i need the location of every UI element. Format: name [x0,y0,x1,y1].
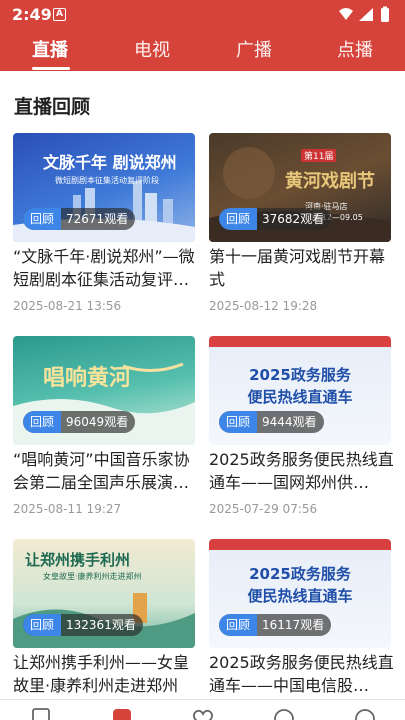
tab-radio[interactable]: 广播 [236,36,272,62]
replay-tag: 回顾 [219,614,258,636]
video-thumbnail[interactable]: 2025政务服务 便民热线直通车 回顾 16117观看 [209,539,391,648]
wifi-icon [339,8,353,20]
active-tab-indicator [32,67,70,70]
thumbnail-headline: 文脉千年 剧说郑州 [43,153,177,172]
view-count: 16117观看 [262,618,325,632]
video-thumbnail[interactable]: 2025政务服务 便民热线直通车 回顾 9444观看 [209,336,391,445]
video-thumbnail[interactable]: 第11届 黄河戏剧节 河南·驻马店 08.12—09.05 回顾 37682观看 [209,133,391,242]
video-title[interactable]: 第十一届黄河戏剧节开幕式 [209,245,395,291]
thumbnail-headline: 唱响黄河 [43,366,132,391]
tab-live[interactable]: 直播 [32,36,68,62]
thumbnail-edition: 第11届 [301,149,337,162]
video-title[interactable]: 2025政务服务便民热线直通车——国网郑州供… [209,448,395,494]
replay-badge: 回顾 16117观看 [219,614,332,636]
replay-badge: 回顾 96049观看 [23,411,136,433]
thumbnail-subline: 便民热线直通车 [247,587,353,605]
view-count: 37682观看 [262,212,325,226]
profile-icon[interactable] [354,708,376,720]
view-count: 9444观看 [262,415,317,429]
video-card[interactable]: 2025政务服务 便民热线直通车 回顾 16117观看 2025政务服务便民热线… [209,539,394,699]
video-date: 2025-08-12 19:28 [209,299,318,313]
view-count: 132361观看 [66,618,136,632]
view-count: 72671观看 [66,212,129,226]
thumbnail-subline: 便民热线直通车 [247,388,353,406]
replay-tag: 回顾 [219,208,258,230]
replay-badge: 回顾 37682观看 [219,208,332,230]
video-title[interactable]: “文脉千年·剧说郑州”—微短剧剧本征集活动复评… [13,245,199,291]
video-thumbnail[interactable]: 让郑州携手利州 女皇故里·康养利州走进郑州 回顾 132361观看 [13,539,195,648]
tab-tv[interactable]: 电视 [134,36,170,62]
video-title[interactable]: 2025政务服务便民热线直通车——中国电信股… [209,651,395,697]
video-title[interactable]: “唱响黄河”中国音乐家协会第二届全国声乐展演… [13,448,199,494]
thumbnail-headline: 2025政务服务 [249,565,351,583]
replay-tag: 回顾 [23,411,62,433]
replay-badge: 回顾 72671观看 [23,208,136,230]
video-date: 2025-07-29 07:56 [209,502,318,516]
thumbnail-subline: 微短剧剧本征集活动复评阶段 [55,176,159,185]
thumbnail-headline: 让郑州携手利州 [25,551,131,569]
status-bar: 2:49 A [0,0,405,30]
tab-vod[interactable]: 点播 [337,36,373,62]
thumbnail-headline: 2025政务服务 [249,366,351,384]
video-date: 2025-08-11 19:27 [13,502,122,516]
replay-badge: 回顾 132361观看 [23,614,143,636]
notification-a-icon: A [53,8,66,21]
view-count: 96049观看 [66,415,129,429]
section-title: 直播回顾 [14,96,91,118]
bottom-nav [0,699,405,720]
replay-tag: 回顾 [23,208,62,230]
app-header: 2:49 A 直播 电视 广播 点播 [0,0,405,71]
live-icon[interactable] [111,708,133,720]
video-thumbnail[interactable]: 唱响黄河 回顾 96049观看 [13,336,195,445]
channel-tabs: 直播 电视 广播 点播 [0,30,405,71]
thumbnail-subline: 女皇故里·康养利州走进郑州 [43,572,142,581]
thumbnail-headline: 黄河戏剧节 [285,171,375,192]
status-time: 2:49 [12,5,52,24]
battery-icon [381,8,389,22]
video-card[interactable]: 文脉千年 剧说郑州 微短剧剧本征集活动复评阶段 回顾 72671观看 “文脉千年… [13,133,195,323]
video-card[interactable]: 让郑州携手利州 女皇故里·康养利州走进郑州 回顾 132361观看 让郑州携手利… [13,539,195,699]
video-thumbnail[interactable]: 文脉千年 剧说郑州 微短剧剧本征集活动复评阶段 回顾 72671观看 [13,133,195,242]
signal-icon [359,8,373,21]
video-card[interactable]: 2025政务服务 便民热线直通车 回顾 9444观看 2025政务服务便民热线直… [209,336,394,526]
replay-tag: 回顾 [219,411,258,433]
video-card[interactable]: 第11届 黄河戏剧节 河南·驻马店 08.12—09.05 回顾 37682观看… [209,133,391,323]
video-card[interactable]: 唱响黄河 回顾 96049观看 “唱响黄河”中国音乐家协会第二届全国声乐展演… … [13,336,195,526]
news-icon[interactable] [30,708,52,720]
replay-tag: 回顾 [23,614,62,636]
heart-icon[interactable] [192,708,214,720]
compass-icon[interactable] [273,708,295,720]
replay-badge: 回顾 9444观看 [219,411,324,433]
status-icons [339,6,389,22]
video-date: 2025-08-21 13:56 [13,299,122,313]
video-title[interactable]: 让郑州携手利州——女皇故里·康养利州走进郑州 [13,651,199,697]
